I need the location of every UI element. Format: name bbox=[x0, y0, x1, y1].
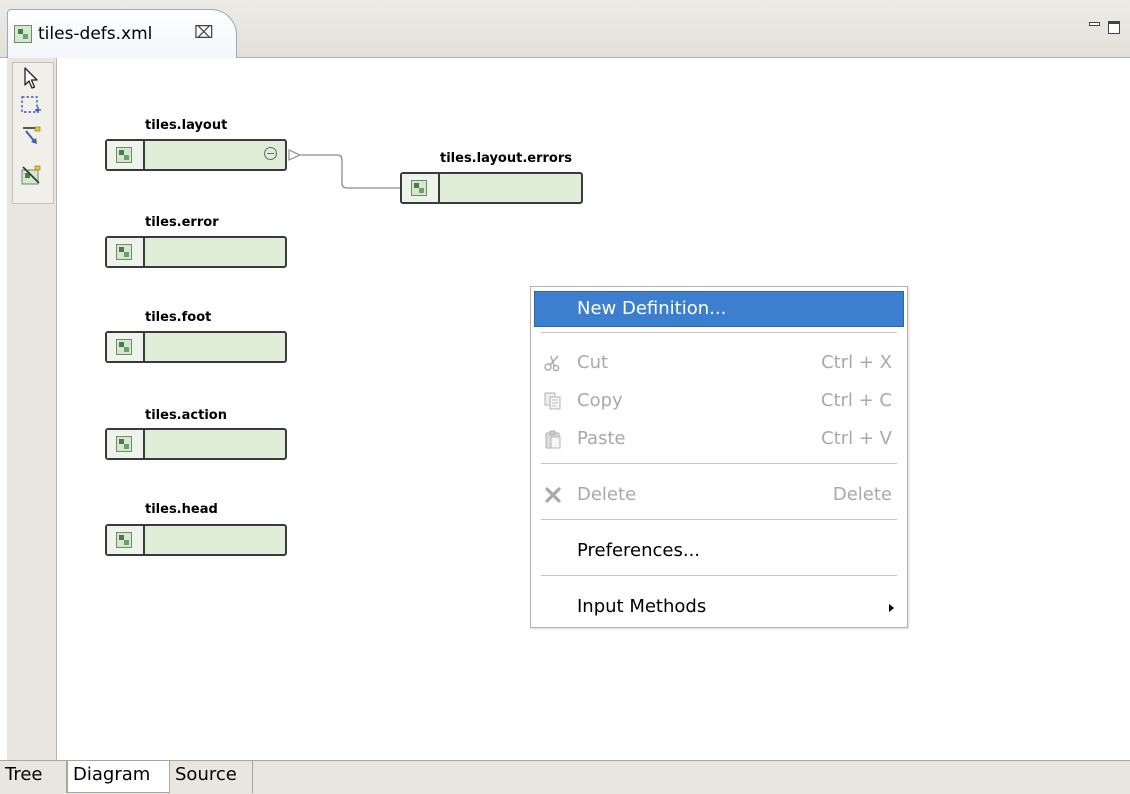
submenu-arrow-icon bbox=[889, 604, 894, 612]
menu-item-input-methods[interactable]: Input Methods bbox=[534, 589, 904, 625]
menu-item-shortcut: Ctrl + V bbox=[821, 428, 892, 449]
menu-item-label: Copy bbox=[577, 390, 623, 411]
tab-source[interactable]: Source bbox=[170, 761, 253, 793]
editor-tab-bar: tiles-defs.xml ⌧ bbox=[0, 0, 1130, 58]
marquee-select-icon[interactable] bbox=[19, 93, 43, 119]
definition-icon bbox=[116, 244, 132, 260]
close-tab-icon[interactable]: ⌧ bbox=[194, 22, 214, 44]
menu-item-cut[interactable]: Cut Ctrl + X bbox=[534, 345, 904, 381]
node-label-tiles-head: tiles.head bbox=[145, 502, 218, 517]
node-label-tiles-foot: tiles.foot bbox=[145, 310, 212, 325]
definition-icon bbox=[116, 339, 132, 355]
menu-separator bbox=[541, 519, 897, 520]
node-label-tiles-layout-errors: tiles.layout.errors bbox=[440, 151, 572, 166]
maximize-icon[interactable] bbox=[1108, 21, 1120, 34]
node-icon-box bbox=[107, 430, 145, 458]
editor-page-tabs: Tree Diagram Source bbox=[0, 760, 1130, 794]
menu-item-delete[interactable]: Delete Delete bbox=[534, 477, 904, 513]
minimize-icon[interactable] bbox=[1089, 22, 1100, 26]
definition-node-tiles-layout-errors[interactable] bbox=[400, 172, 583, 204]
copy-icon bbox=[543, 391, 563, 411]
node-icon-box bbox=[107, 526, 145, 554]
menu-item-copy[interactable]: Copy Ctrl + C bbox=[534, 383, 904, 419]
node-icon-box bbox=[107, 238, 145, 266]
add-definition-icon[interactable] bbox=[19, 163, 43, 189]
node-icon-box bbox=[402, 174, 440, 202]
definition-icon bbox=[116, 436, 132, 452]
definition-node-tiles-layout[interactable] bbox=[105, 139, 287, 171]
menu-item-shortcut: Ctrl + C bbox=[820, 390, 892, 411]
menu-item-new-definition[interactable]: New Definition... bbox=[534, 291, 904, 327]
tab-diagram[interactable]: Diagram bbox=[67, 761, 170, 793]
editor-tab-tiles-defs[interactable]: tiles-defs.xml ⌧ bbox=[7, 9, 237, 58]
menu-item-shortcut: Delete bbox=[832, 484, 892, 505]
definition-icon bbox=[116, 532, 132, 548]
definition-node-tiles-action[interactable] bbox=[105, 428, 287, 460]
node-label-tiles-error: tiles.error bbox=[145, 215, 219, 230]
collapse-icon[interactable] bbox=[264, 147, 277, 160]
tab-tree[interactable]: Tree bbox=[0, 761, 67, 793]
menu-separator bbox=[541, 575, 897, 576]
menu-item-label: Preferences... bbox=[577, 540, 701, 561]
definition-icon bbox=[411, 180, 427, 196]
diagram-palette bbox=[7, 58, 57, 760]
menu-item-label: New Definition... bbox=[577, 298, 727, 319]
paste-icon bbox=[543, 429, 563, 449]
palette-tool-group bbox=[12, 62, 54, 204]
menu-item-shortcut: Ctrl + X bbox=[821, 352, 892, 373]
delete-icon bbox=[543, 485, 563, 505]
definition-node-tiles-error[interactable] bbox=[105, 236, 287, 268]
menu-item-label: Delete bbox=[577, 484, 637, 505]
node-label-tiles-layout: tiles.layout bbox=[145, 118, 228, 133]
definition-icon bbox=[116, 147, 132, 163]
menu-separator bbox=[541, 463, 897, 464]
cut-icon bbox=[543, 353, 563, 373]
menu-item-label: Input Methods bbox=[577, 596, 707, 617]
menu-item-label: Paste bbox=[577, 428, 626, 449]
node-icon-box bbox=[107, 333, 145, 361]
definition-node-tiles-foot[interactable] bbox=[105, 331, 287, 363]
tiles-file-icon bbox=[14, 25, 32, 43]
menu-item-paste[interactable]: Paste Ctrl + V bbox=[534, 421, 904, 457]
context-menu: New Definition... Cut Ctrl + X Copy Ctrl… bbox=[530, 286, 908, 628]
menu-item-label: Cut bbox=[577, 352, 609, 373]
node-label-tiles-action: tiles.action bbox=[145, 408, 227, 423]
connection-tool-icon[interactable] bbox=[19, 123, 43, 149]
select-arrow-icon[interactable] bbox=[19, 65, 43, 91]
definition-node-tiles-head[interactable] bbox=[105, 524, 287, 556]
editor-tab-title: tiles-defs.xml bbox=[38, 24, 153, 44]
node-icon-box bbox=[107, 141, 145, 169]
menu-item-preferences[interactable]: Preferences... bbox=[534, 533, 904, 569]
menu-separator bbox=[541, 332, 897, 333]
